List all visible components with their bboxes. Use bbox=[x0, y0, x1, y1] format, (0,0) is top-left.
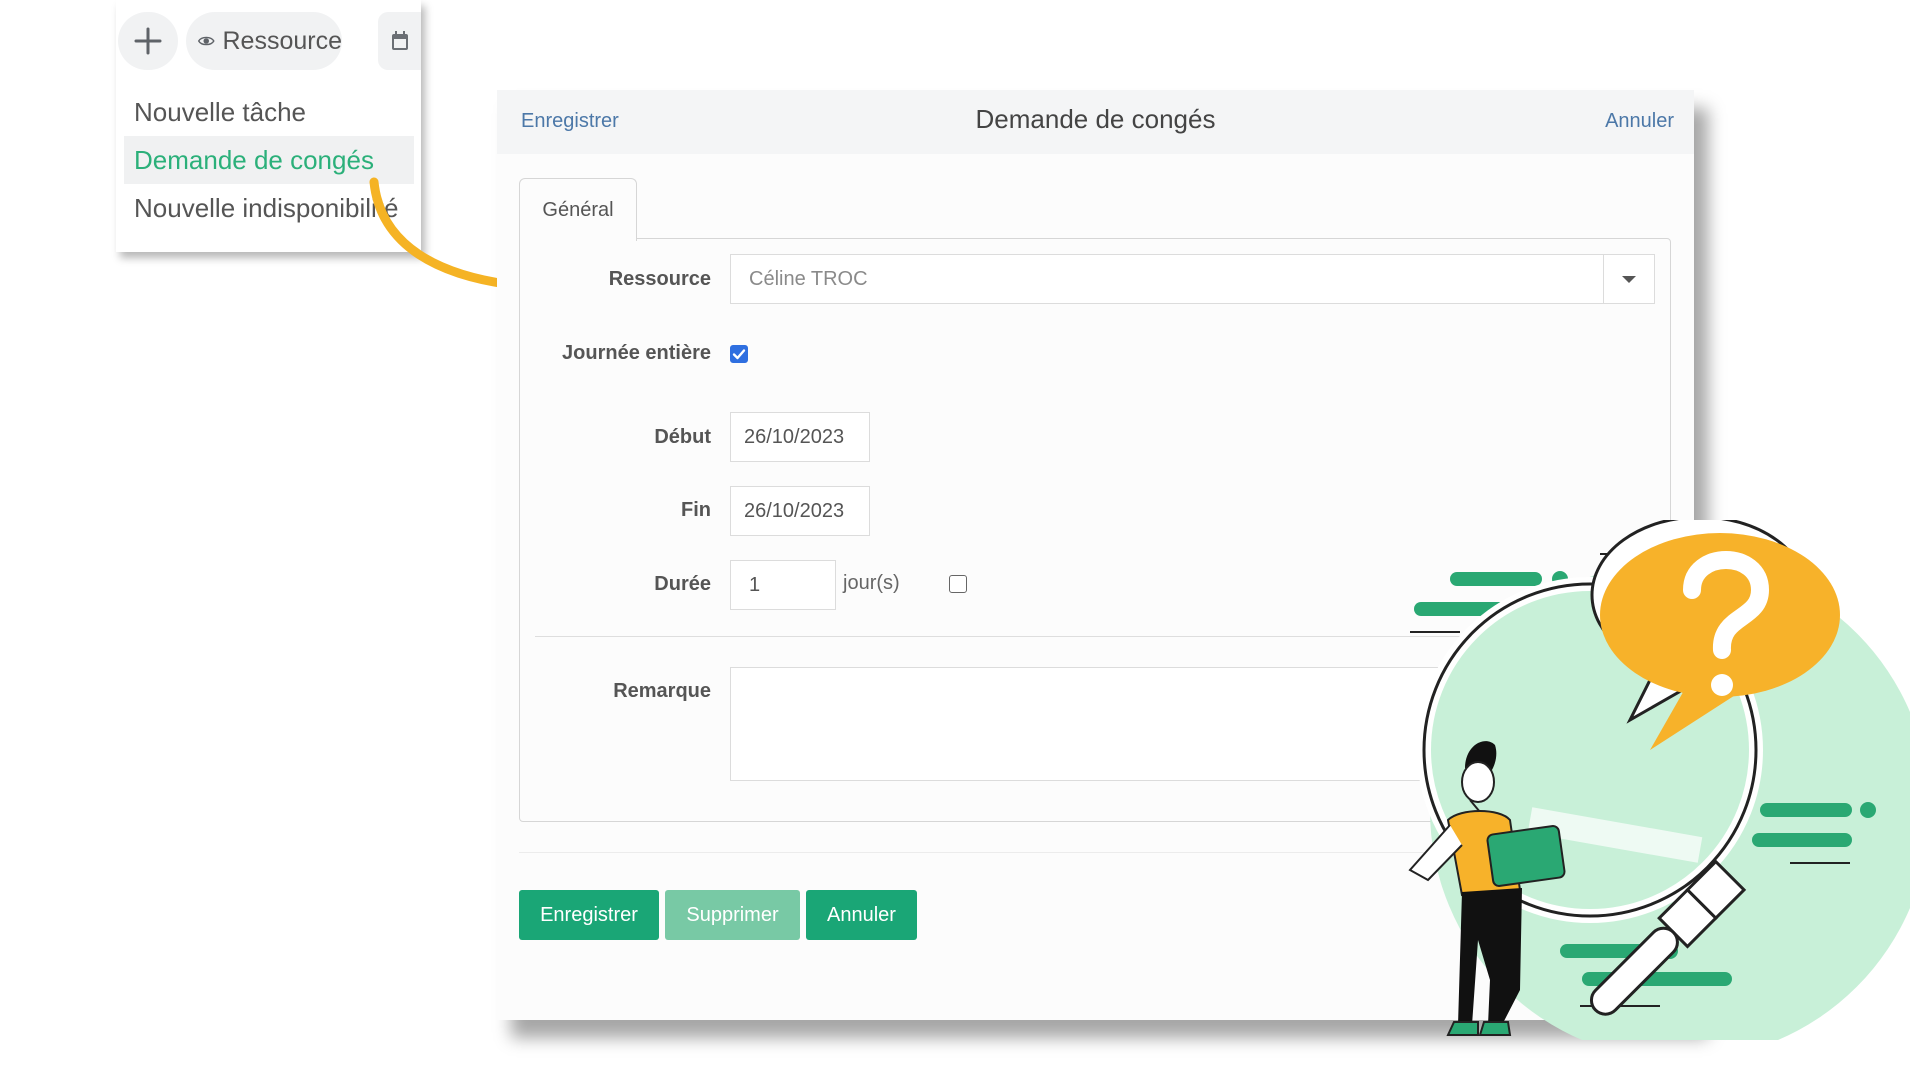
half-day-checkbox[interactable] bbox=[949, 575, 967, 593]
remark-label: Remarque bbox=[613, 680, 711, 702]
dialog-header: Enregistrer Demande de congés Annuler bbox=[497, 90, 1694, 154]
header-cancel-link[interactable]: Annuler bbox=[1605, 110, 1674, 133]
help-illustration bbox=[1408, 520, 1910, 1040]
save-button[interactable]: Enregistrer bbox=[519, 890, 659, 940]
resource-label: Ressource bbox=[608, 268, 711, 290]
menu-toolbar: Ressource bbox=[116, 12, 421, 72]
cancel-button[interactable]: Annuler bbox=[806, 890, 917, 940]
end-date-input[interactable]: 26/10/2023 bbox=[730, 486, 870, 536]
checkmark-icon bbox=[732, 349, 746, 360]
tab-general[interactable]: Général bbox=[519, 178, 637, 241]
calendar-icon bbox=[391, 31, 408, 50]
eye-icon bbox=[198, 36, 215, 46]
end-date-label: Fin bbox=[681, 499, 711, 521]
resource-select-value: Céline TROC bbox=[749, 268, 868, 290]
full-day-checkbox[interactable] bbox=[730, 345, 748, 363]
calendar-button[interactable] bbox=[378, 12, 421, 70]
select-caret[interactable] bbox=[1603, 255, 1654, 303]
resource-view-button[interactable]: Ressource bbox=[186, 12, 342, 70]
duration-label: Durée bbox=[654, 573, 711, 595]
chevron-down-icon bbox=[1622, 275, 1636, 283]
start-date-input[interactable]: 26/10/2023 bbox=[730, 412, 870, 462]
add-button[interactable] bbox=[118, 12, 178, 70]
dialog-title: Demande de congés bbox=[975, 104, 1216, 134]
plus-icon bbox=[134, 27, 162, 55]
resource-view-label: Ressource bbox=[222, 26, 343, 55]
start-date-label: Début bbox=[654, 426, 711, 448]
delete-button[interactable]: Supprimer bbox=[665, 890, 800, 940]
duration-input[interactable]: 1 bbox=[730, 560, 836, 610]
duration-unit: jour(s) bbox=[843, 572, 900, 594]
resource-select[interactable]: Céline TROC bbox=[730, 254, 1655, 304]
full-day-label: Journée entière bbox=[562, 342, 711, 364]
menu-item-new-task[interactable]: Nouvelle tâche bbox=[124, 88, 414, 136]
